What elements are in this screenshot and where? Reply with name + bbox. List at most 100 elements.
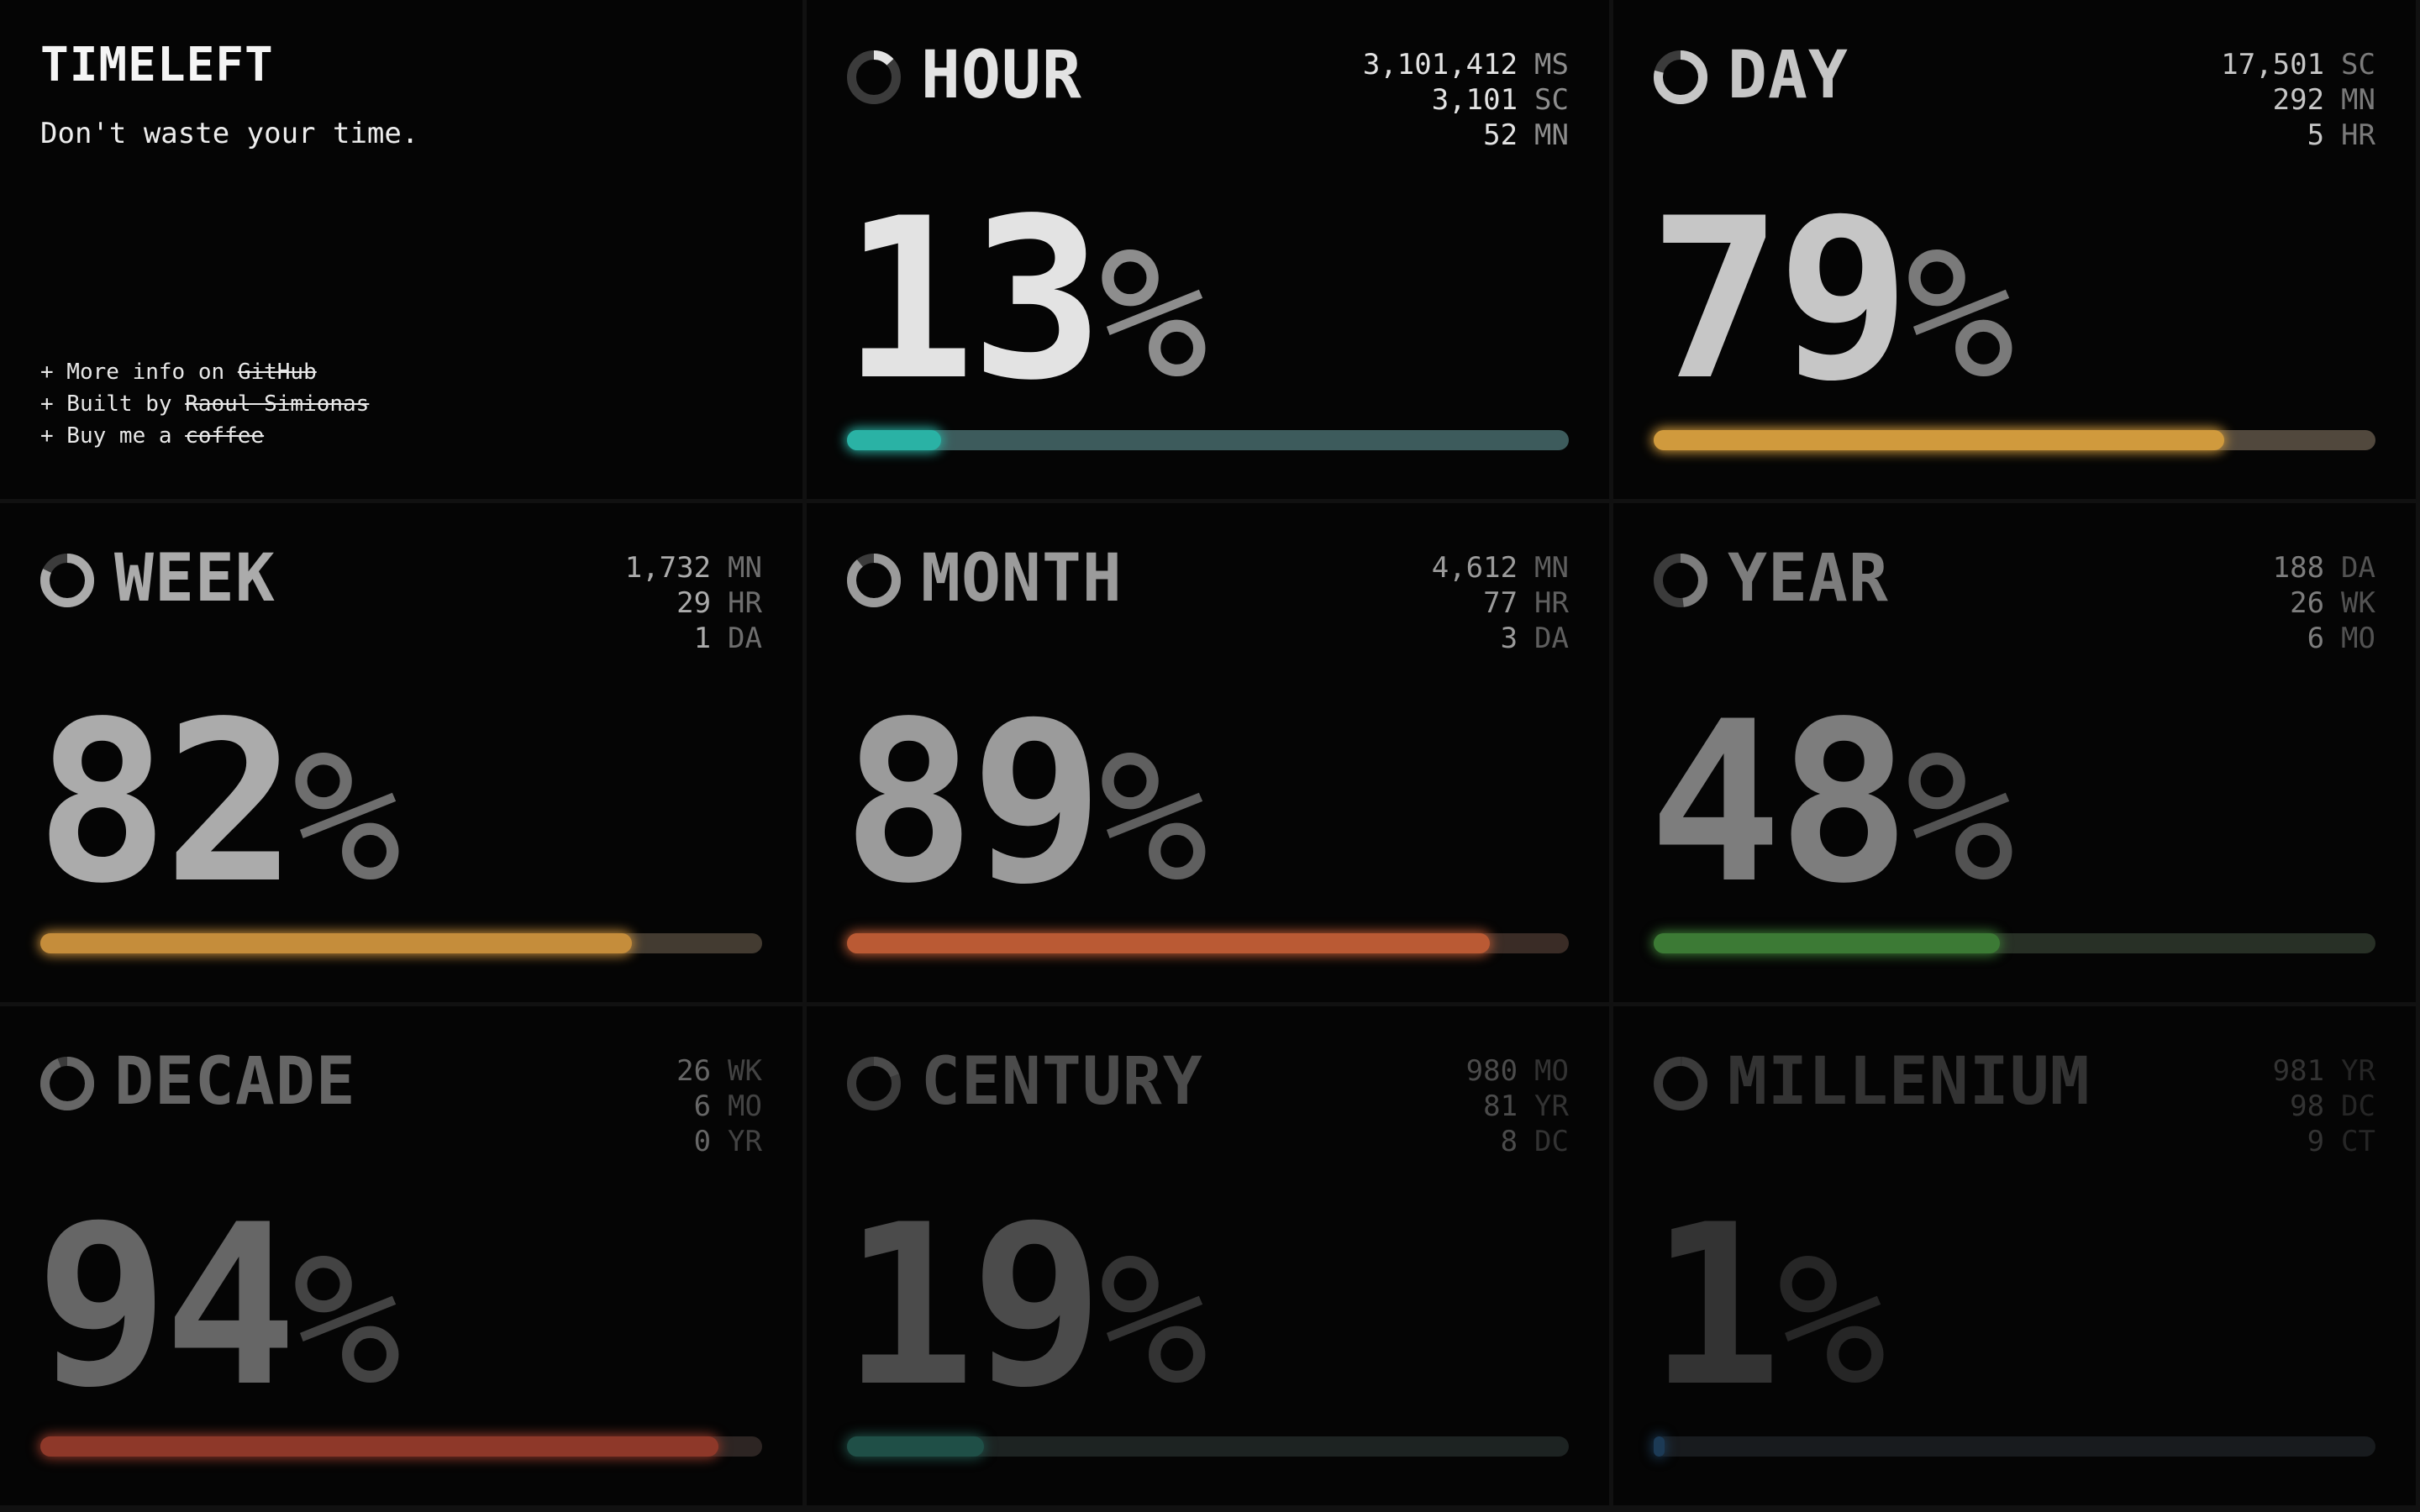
progress-bar — [847, 430, 1569, 450]
progress-bar — [847, 933, 1569, 953]
author-link[interactable]: Raoul Simionas — [185, 391, 369, 417]
percentage-value: 82 — [35, 675, 297, 932]
progress-bar-fill — [1654, 430, 2224, 450]
progress-bar-fill — [40, 1436, 719, 1457]
percent-sign: % — [1098, 208, 1208, 419]
stat-value: 5 — [2307, 118, 2325, 152]
hour-card: HOUR 3,101,412 MS 3,101 SC 52 MN 13% — [807, 0, 1609, 499]
progress-ring-icon — [1654, 1057, 1707, 1110]
stat-row: 98 DC — [2273, 1089, 2375, 1124]
remaining-stats: 3,101,412 MS 3,101 SC 52 MN — [1363, 47, 1569, 153]
stat-value: 77 — [1483, 586, 1518, 620]
stat-value: 188 — [2272, 551, 2325, 585]
stat-row: 292 MN — [2221, 82, 2375, 118]
card-label: DAY — [1728, 38, 1849, 113]
github-link[interactable]: GitHub — [238, 360, 317, 385]
stat-value: 8 — [1500, 1125, 1518, 1158]
link-prefix: + Built by — [40, 391, 186, 417]
progress-ring-icon — [847, 554, 901, 607]
stat-unit: MN — [728, 551, 762, 585]
stat-row: 52 MN — [1363, 118, 1569, 153]
stat-value: 1,732 — [624, 551, 712, 585]
progress-ring-icon — [40, 554, 94, 607]
percentage-display: 1% — [1649, 1196, 1886, 1418]
stat-unit: DA — [1534, 622, 1569, 655]
intro-panel: TIMELEFT Don't waste your time. + More i… — [0, 0, 802, 499]
stat-row: 29 HR — [625, 585, 762, 621]
progress-bar — [847, 1436, 1569, 1457]
card-label: WEEK — [114, 541, 276, 617]
card-label: MONTH — [921, 541, 1123, 617]
stat-unit: SC — [1534, 83, 1569, 117]
remaining-stats: 26 WK 6 MO 0 YR — [676, 1053, 762, 1159]
stat-value: 3 — [1500, 622, 1518, 655]
remaining-stats: 188 DA 26 WK 6 MO — [2273, 550, 2375, 656]
stat-unit: YR — [728, 1125, 762, 1158]
stat-unit: YR — [1534, 1089, 1569, 1123]
stat-value: 98 — [2290, 1089, 2325, 1123]
percent-sign: % — [1905, 711, 2015, 922]
stat-unit: MO — [1534, 1054, 1569, 1088]
stat-unit: DA — [2341, 551, 2375, 585]
percentage-display: 19% — [842, 1196, 1208, 1418]
progress-bar-fill — [40, 933, 633, 953]
stat-unit: MN — [1534, 118, 1569, 152]
percentage-value: 19 — [842, 1178, 1104, 1436]
percentage-value: 79 — [1649, 171, 1911, 429]
stat-value: 6 — [693, 1089, 712, 1123]
percentage-display: 79% — [1649, 190, 2015, 412]
decade-card: DECADE 26 WK 6 MO 0 YR 94% — [0, 1006, 802, 1505]
percent-sign: % — [1905, 208, 2015, 419]
stat-row: 17,501 SC — [2221, 47, 2375, 82]
stat-row: 77 HR — [1432, 585, 1569, 621]
stat-row: 6 MO — [676, 1089, 762, 1124]
stat-unit: MN — [1534, 551, 1569, 585]
stat-value: 29 — [676, 586, 712, 620]
progress-ring-icon — [847, 1057, 901, 1110]
progress-bar — [1654, 430, 2375, 450]
progress-bar-fill — [847, 933, 1490, 953]
stat-value: 17,501 — [2221, 48, 2325, 81]
link-line-github: + More info on GitHub — [40, 356, 369, 388]
progress-bar-fill — [847, 1436, 985, 1457]
percentage-display: 89% — [842, 693, 1208, 915]
stat-value: 292 — [2272, 83, 2325, 117]
stat-row: 3 DA — [1432, 621, 1569, 656]
progress-bar — [1654, 933, 2375, 953]
stat-unit: CT — [2341, 1125, 2375, 1158]
percentage-value: 13 — [842, 171, 1104, 429]
stat-unit: WK — [728, 1054, 762, 1088]
ring-track — [1654, 1057, 1707, 1110]
stat-value: 26 — [2290, 586, 2325, 620]
percent-sign: % — [292, 1215, 402, 1425]
tagline: Don't waste your time. — [40, 117, 419, 150]
stat-value: 0 — [693, 1125, 712, 1158]
percentage-display: 13% — [842, 190, 1208, 412]
coffee-link[interactable]: coffee — [185, 423, 264, 449]
stat-row: 26 WK — [2273, 585, 2375, 621]
card-label: MILLENIUM — [1728, 1044, 2091, 1120]
stat-row: 1 DA — [625, 621, 762, 656]
stat-unit: MS — [1534, 48, 1569, 81]
percent-sign: % — [1098, 711, 1208, 922]
millenium-card: MILLENIUM 981 YR 98 DC 9 CT 1% — [1613, 1006, 2416, 1505]
stat-unit: DA — [728, 622, 762, 655]
progress-bar-fill — [1654, 933, 2001, 953]
stat-unit: MO — [728, 1089, 762, 1123]
stat-unit: DC — [1534, 1125, 1569, 1158]
progress-bar-fill — [1654, 1436, 1665, 1457]
stat-unit: YR — [2341, 1054, 2375, 1088]
progress-bar — [40, 933, 762, 953]
progress-bar-fill — [847, 430, 941, 450]
stat-row: 3,101 SC — [1363, 82, 1569, 118]
stat-value: 6 — [2307, 622, 2325, 655]
stat-value: 1 — [693, 622, 712, 655]
stat-value: 3,101 — [1431, 83, 1518, 117]
progress-bar — [1654, 1436, 2375, 1457]
stat-row: 26 WK — [676, 1053, 762, 1089]
week-card: WEEK 1,732 MN 29 HR 1 DA 82% — [0, 503, 802, 1002]
stat-unit: WK — [2341, 586, 2375, 620]
stat-value: 981 — [2272, 1054, 2325, 1088]
percent-sign: % — [1776, 1215, 1886, 1425]
link-prefix: + More info on — [40, 360, 238, 385]
